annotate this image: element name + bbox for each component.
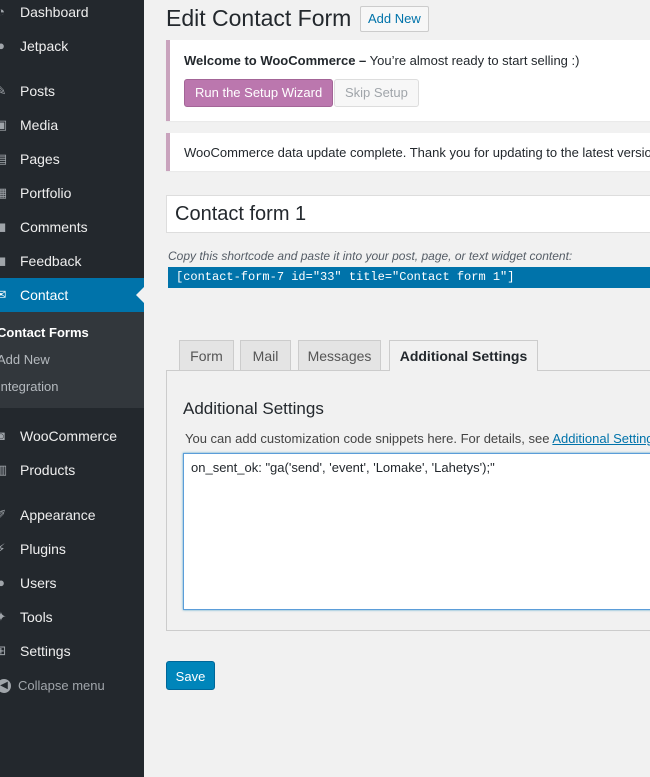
- submenu-integration[interactable]: Integration: [0, 374, 58, 400]
- plug-icon: ⚡: [0, 541, 6, 556]
- woocommerce-update-notice: WooCommerce data update complete. Thank …: [166, 133, 650, 171]
- add-new-button[interactable]: Add New: [360, 6, 429, 32]
- sidebar-item-label: Products: [20, 462, 76, 478]
- jetpack-icon: ●: [0, 38, 5, 53]
- page-title: Edit Contact Form: [166, 5, 352, 31]
- sidebar-item-dashboard[interactable]: ◔ Dashboard: [0, 0, 144, 29]
- sidebar-item-woocommerce[interactable]: ◙ WooCommerce: [0, 419, 144, 453]
- submenu-add-new[interactable]: Add New: [0, 347, 50, 373]
- sidebar-item-label: Pages: [20, 151, 60, 167]
- shortcode-field[interactable]: [contact-form-7 id="33" title="Contact f…: [168, 267, 650, 288]
- sidebar-item-pages[interactable]: ▤ Pages: [0, 142, 144, 176]
- tab-form[interactable]: Form: [179, 340, 234, 370]
- submenu-contact-forms[interactable]: Contact Forms: [0, 320, 89, 346]
- pin-icon: ✎: [0, 83, 7, 98]
- panel-description-text: You can add customization code snippets …: [185, 431, 553, 446]
- sidebar-item-label: Plugins: [20, 541, 66, 557]
- sidebar-item-label: Posts: [20, 83, 56, 99]
- form-title-input[interactable]: Contact form 1: [166, 195, 650, 233]
- additional-settings-panel: Additional Settings You can add customiz…: [166, 370, 650, 631]
- sidebar-item-posts[interactable]: ✎ Posts: [0, 74, 144, 108]
- mail-icon: ✉: [0, 287, 7, 302]
- admin-sidebar: ◔ Dashboard ● Jetpack ✎ Posts ▣ Media ▤ …: [0, 0, 144, 777]
- sidebar-item-portfolio[interactable]: ▦ Portfolio: [0, 176, 144, 210]
- settings-icon: ⊞: [0, 643, 7, 658]
- additional-settings-link[interactable]: Additional Settings: [552, 431, 650, 446]
- sidebar-item-label: Appearance: [20, 507, 96, 523]
- save-button[interactable]: Save: [166, 661, 215, 690]
- main-content: Edit Contact Form Add New Welcome to Woo…: [144, 0, 650, 777]
- products-icon: ▥: [0, 462, 8, 477]
- sidebar-item-label: Users: [20, 575, 57, 591]
- sidebar-item-settings[interactable]: ⊞ Settings: [0, 634, 144, 668]
- contact-submenu: Contact Forms Add New Integration: [0, 312, 144, 408]
- sidebar-item-label: Settings: [20, 643, 71, 659]
- sidebar-item-comments[interactable]: ◼ Comments: [0, 210, 144, 244]
- sidebar-item-label: Comments: [20, 219, 88, 235]
- tab-mail[interactable]: Mail: [240, 340, 291, 370]
- collapse-menu-button[interactable]: ◀ Collapse menu: [0, 670, 144, 702]
- sidebar-item-label: Jetpack: [20, 38, 69, 54]
- sidebar-item-users[interactable]: ● Users: [0, 566, 144, 600]
- notice-strong: Welcome to WooCommerce –: [184, 53, 367, 68]
- sidebar-item-products[interactable]: ▥ Products: [0, 453, 144, 487]
- woocommerce-setup-notice: Welcome to WooCommerce – You’re almost r…: [166, 40, 650, 121]
- sidebar-item-feedback[interactable]: ◼ Feedback: [0, 244, 144, 278]
- sidebar-item-label: Contact: [20, 287, 69, 303]
- tab-messages[interactable]: Messages: [298, 340, 381, 370]
- collapse-arrow-icon: ◀: [0, 679, 11, 693]
- sidebar-item-jetpack[interactable]: ● Jetpack: [0, 29, 144, 63]
- feedback-icon: ◼: [0, 253, 7, 268]
- sidebar-item-appearance[interactable]: ✐ Appearance: [0, 498, 144, 532]
- notice-message: WooCommerce data update complete. Thank …: [184, 145, 650, 160]
- brush-icon: ✐: [0, 507, 7, 522]
- portfolio-icon: ▦: [0, 185, 8, 200]
- skip-setup-button[interactable]: Skip Setup: [334, 79, 419, 107]
- woocommerce-icon: ◙: [0, 428, 5, 443]
- media-icon: ▣: [0, 117, 8, 132]
- collapse-menu-label: Collapse menu: [18, 678, 105, 693]
- sidebar-item-label: Tools: [20, 609, 53, 625]
- shortcode-help-text: Copy this shortcode and paste it into yo…: [168, 249, 573, 263]
- sidebar-item-label: Dashboard: [20, 4, 89, 20]
- comment-icon: ◼: [0, 219, 7, 234]
- sidebar-item-contact[interactable]: ✉ Contact: [0, 278, 144, 312]
- user-icon: ●: [0, 575, 5, 590]
- panel-title: Additional Settings: [183, 399, 324, 418]
- notice-text: You’re almost ready to start selling :): [366, 53, 580, 68]
- sidebar-item-label: WooCommerce: [20, 428, 117, 444]
- sidebar-item-label: Media: [20, 117, 59, 133]
- run-setup-wizard-button[interactable]: Run the Setup Wizard: [184, 79, 334, 107]
- wrench-icon: ✦: [0, 609, 7, 624]
- sidebar-item-label: Feedback: [20, 253, 82, 269]
- sidebar-item-label: Portfolio: [20, 185, 72, 201]
- pages-icon: ▤: [0, 151, 8, 166]
- sidebar-item-media[interactable]: ▣ Media: [0, 108, 144, 142]
- additional-settings-textarea[interactable]: on_sent_ok: "ga('send', 'event', 'Lomake…: [183, 453, 650, 610]
- sidebar-item-tools[interactable]: ✦ Tools: [0, 600, 144, 634]
- dashboard-icon: ◔: [0, 4, 5, 19]
- sidebar-item-plugins[interactable]: ⚡ Plugins: [0, 532, 144, 566]
- notice-message: Welcome to WooCommerce – You’re almost r…: [184, 53, 579, 68]
- panel-description: You can add customization code snippets …: [185, 431, 650, 446]
- tab-additional-settings[interactable]: Additional Settings: [389, 340, 538, 371]
